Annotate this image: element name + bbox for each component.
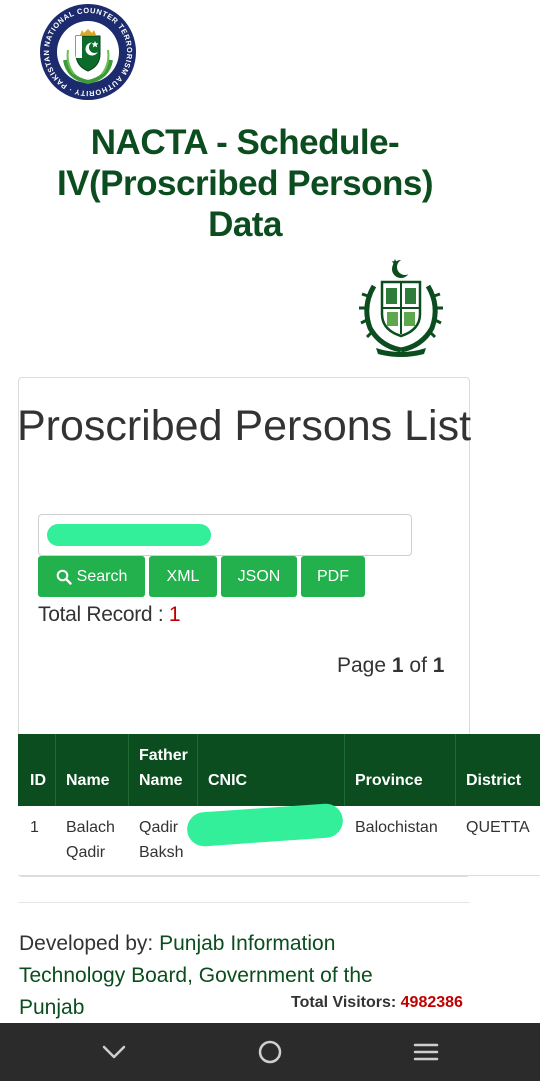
page-title: NACTA - Schedule-IV(Proscribed Persons) … [56, 123, 434, 244]
card-title: Proscribed Persons List [16, 402, 472, 450]
state-emblem-icon [359, 259, 443, 357]
column-header-province[interactable]: Province [355, 768, 423, 793]
nav-menu-button[interactable] [396, 1023, 456, 1081]
column-header-cnic[interactable]: CNIC [208, 768, 247, 793]
visitors-value: 4982386 [400, 994, 463, 1011]
circle-home-icon [258, 1040, 282, 1064]
cell-father-line1: Qadir [139, 819, 179, 836]
cell-name-line1: Balach [66, 819, 115, 836]
menu-icon [413, 1043, 439, 1061]
pager-total: 1 [432, 654, 445, 677]
cell-name-line2: Qadir [66, 844, 106, 861]
pager-sep: of [403, 654, 433, 677]
system-navigation-bar [0, 1023, 540, 1081]
column-divider [455, 734, 456, 806]
column-header-father-line2[interactable]: Name [139, 768, 183, 793]
search-icon [56, 569, 72, 585]
json-button-label: JSON [237, 567, 281, 585]
pdf-button[interactable]: PDF [301, 556, 365, 597]
pager-prefix: Page [337, 654, 392, 677]
cell-id: 1 [30, 819, 39, 836]
visitors-label: Total Visitors: [291, 994, 401, 1011]
column-divider [197, 734, 198, 806]
json-button[interactable]: JSON [221, 556, 297, 597]
search-button[interactable]: Search [38, 556, 145, 597]
pdf-button-label: PDF [317, 567, 349, 585]
chevron-down-icon [102, 1045, 126, 1059]
footer-divider [18, 902, 470, 903]
total-record-label: Total Record : [38, 603, 169, 626]
search-input[interactable] [38, 514, 412, 556]
column-header-father-line1[interactable]: Father [139, 743, 188, 768]
xml-button-label: XML [166, 567, 200, 585]
cell-district: QUETTA [466, 819, 530, 836]
developer-label: Developed by: [19, 932, 160, 955]
total-visitors: Total Visitors: 4982386 [291, 994, 463, 1012]
column-header-id[interactable]: ID [30, 768, 46, 793]
total-record-value: 1 [168, 603, 181, 626]
search-button-label: Search [76, 567, 128, 585]
column-header-district[interactable]: District [466, 768, 521, 793]
nacta-seal-icon: NATIONAL COUNTER TERRORISM AUTHORITY · P… [40, 4, 136, 100]
pager-current: 1 [391, 654, 404, 677]
nav-home-button[interactable] [240, 1023, 300, 1081]
cell-province: Balochistan [355, 819, 438, 836]
nav-back-button[interactable] [84, 1023, 144, 1081]
total-record: Total Record : 1 [38, 603, 181, 627]
pakistan-emblem [352, 256, 450, 360]
pagination-status: Page 1 of 1 [337, 654, 444, 678]
column-divider [55, 734, 56, 806]
nacta-logo: NATIONAL COUNTER TERRORISM AUTHORITY · P… [38, 2, 138, 102]
column-header-name[interactable]: Name [66, 768, 110, 793]
cell-father-line2: Baksh [139, 844, 184, 861]
redacted-search-text [47, 524, 211, 546]
xml-button[interactable]: XML [149, 556, 217, 597]
column-divider [128, 734, 129, 806]
column-divider [344, 734, 345, 806]
